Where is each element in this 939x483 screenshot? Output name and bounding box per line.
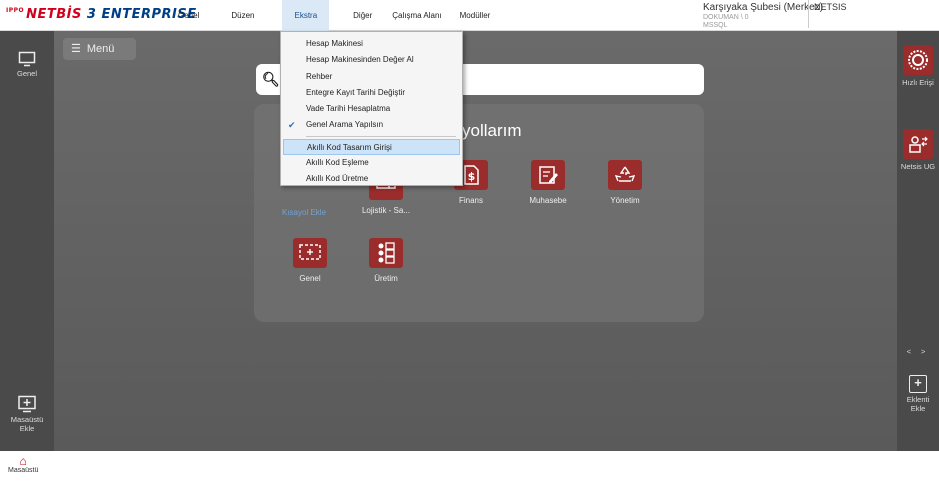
ledger-edit-icon (531, 160, 565, 190)
menu-item-akilli-kod-esleme[interactable]: Akıllı Kod Eşleme (281, 155, 462, 171)
menu-moduller[interactable]: Modüller (454, 0, 497, 31)
top-bar: IPPO NETBİS 3 ENTERPRISE Genel Düzen Ekst… (0, 0, 939, 31)
netbis-logo: IPPO NETBİS 3 ENTERPRISE (6, 7, 197, 22)
sidebar-genel-label: Genel (16, 69, 37, 78)
tile-muhasebe[interactable]: Muhasebe (513, 160, 583, 205)
quick-access-label: Hızlı Erişi (902, 78, 934, 87)
menu-item-hesap-makinesi[interactable]: Hesap Makinesi (281, 36, 462, 52)
tile-yonetim[interactable]: Yönetim (590, 160, 660, 205)
recycle-icon (608, 160, 642, 190)
menu-genel[interactable]: Genel (172, 0, 205, 31)
checklist-icon (369, 238, 403, 268)
menu-item-akilli-kod-uretme[interactable]: Akıllı Kod Üretme (281, 171, 462, 187)
bottom-taskbar: ⌂ Masaüstü (0, 451, 939, 483)
add-desktop-button[interactable]: Masaüstü Ekle (2, 395, 52, 433)
search-icon: 🔍︎ (262, 71, 280, 87)
plus-icon: + (909, 375, 927, 393)
tile-finans-label: Finans (458, 196, 483, 205)
menu-item-rehber[interactable]: Rehber (281, 69, 462, 85)
menu-button-label: Menü (86, 43, 115, 55)
home-icon: ⌂ (19, 454, 27, 468)
main-menu-bar: Genel Düzen Ekstra Diğer Çalışma Alanı M… (170, 0, 496, 31)
menu-item-genel-arama-label: Genel Arama Yapılsın (306, 120, 384, 130)
add-screen-icon (18, 395, 36, 413)
user-transfer-icon (903, 129, 933, 159)
desktop-home-button[interactable]: ⌂ Masaüstü (8, 455, 38, 474)
quick-access-button[interactable]: Hızlı Erişi (897, 45, 939, 87)
tile-genel-label: Genel (299, 274, 321, 283)
menu-diger[interactable]: Diğer (347, 0, 378, 31)
menu-duzen[interactable]: Düzen (225, 0, 260, 31)
menu-item-vade-tarihi[interactable]: Vade Tarihi Hesaplatma (281, 101, 462, 117)
tile-uretim[interactable]: Üretim (351, 238, 421, 283)
menu-item-akilli-kod-tasarim[interactable]: Akıllı Kod Tasarım Girişi (283, 138, 460, 156)
add-extension-label-1: Eklenti (906, 395, 930, 404)
screen-icon (293, 238, 327, 268)
menu-calisma-alani[interactable]: Çalışma Alanı (386, 0, 447, 31)
menu-separator (306, 135, 456, 137)
checkmark-icon: ✔ (288, 120, 296, 131)
menu-ekstra[interactable]: Ekstra (282, 0, 330, 31)
add-extension-label-2: Ekle (910, 404, 926, 413)
tile-muhasebe-label: Muhasebe (529, 196, 567, 205)
left-sidebar: Genel Masaüstü Ekle (0, 31, 54, 451)
desktop-area: Genel Masaüstü Ekle ☰ Menü 🔍︎ yollarım Kı… (0, 31, 939, 451)
netsis-ug-label: Netsis UG (900, 162, 936, 171)
menu-button[interactable]: ☰ Menü (63, 38, 136, 60)
ekstra-dropdown-menu: Hesap Makinesi Hesap Makinesinden Değer … (280, 31, 463, 186)
tile-lojistik-label: Lojistik - Sa... (361, 206, 410, 215)
desktop-home-label: Masaüstü (8, 467, 39, 474)
sidebar-genel-button[interactable]: Genel (5, 51, 49, 78)
netsis-ug-button[interactable]: Netsis UG (897, 129, 939, 171)
tile-genel[interactable]: Genel (275, 238, 345, 283)
gear-icon (903, 45, 933, 75)
add-shortcut-link[interactable]: Kısayol Ekle (282, 208, 326, 217)
sidebar-pager[interactable]: < > (897, 347, 939, 356)
svg-text:$: $ (468, 170, 476, 183)
branch-info[interactable]: Karşıyaka Şubesi (Merkez) DOKUMAN \ 0 MS… (703, 2, 823, 30)
hamburger-icon: ☰ (71, 43, 81, 55)
add-desktop-label-1: Masaüstü (10, 415, 44, 424)
separator (808, 0, 809, 28)
right-sidebar: Hızlı Erişi Netsis UG < > + Eklenti Ekle (897, 31, 939, 451)
tile-yonetim-label: Yönetim (610, 196, 640, 205)
menu-item-entegre-kayit-tarihi[interactable]: Entegre Kayıt Tarihi Değiştir (281, 85, 462, 101)
add-extension-button[interactable]: + Eklenti Ekle (897, 375, 939, 413)
menu-item-hesap-makinesinden-deger-al[interactable]: Hesap Makinesinden Değer Al (281, 52, 462, 68)
user-name[interactable]: NETSIS (814, 2, 847, 12)
monitor-icon (18, 51, 36, 67)
branch-db: DOKUMAN \ 0 (703, 14, 749, 21)
branch-name: Karşıyaka Şubesi (Merkez) (703, 2, 824, 13)
tile-uretim-label: Üretim (374, 274, 398, 283)
menu-item-genel-arama[interactable]: ✔ Genel Arama Yapılsın (281, 117, 462, 133)
panel-title: yollarım (462, 121, 522, 140)
branch-server: MSSQL (703, 22, 728, 29)
add-desktop-label-2: Ekle (19, 424, 35, 433)
